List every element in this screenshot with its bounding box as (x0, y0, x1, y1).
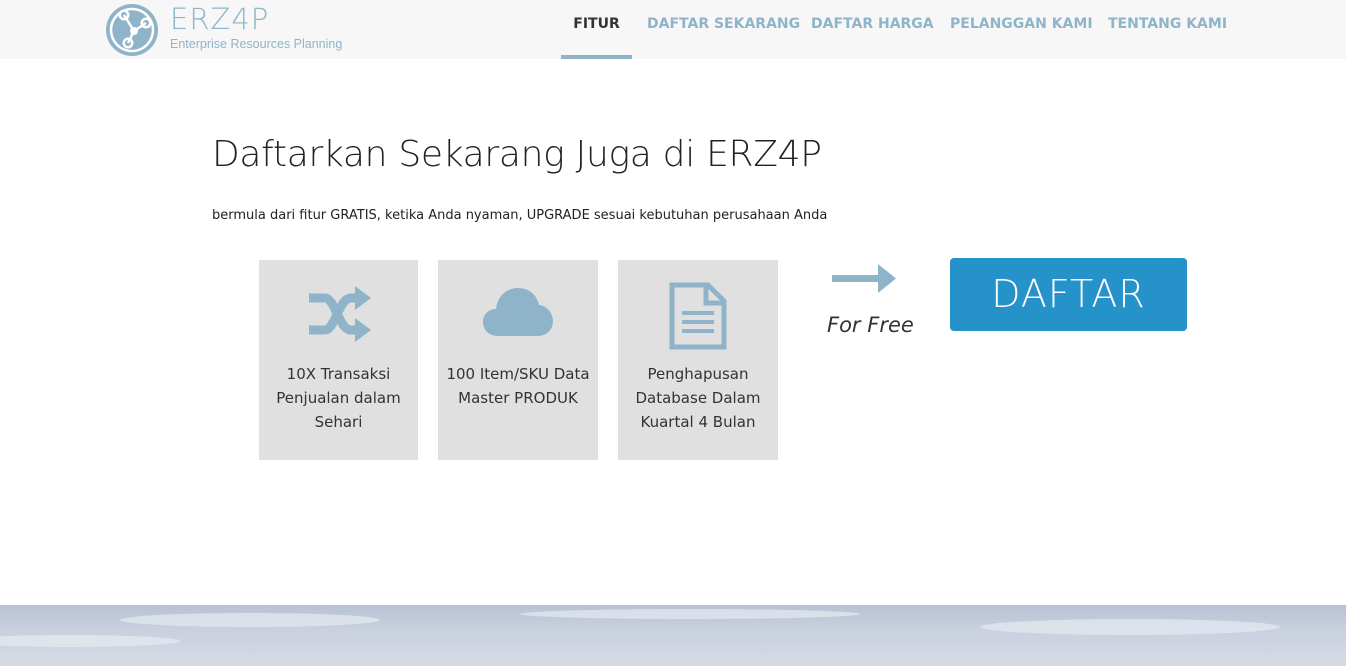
feature-text: 100 Item/SKU Data Master PRODUK (446, 365, 590, 407)
nav-label: DAFTAR SEKARANG (647, 16, 801, 32)
nav-item-fitur[interactable]: FITUR (561, 16, 632, 59)
footer-background-image (0, 605, 1346, 666)
nav-item-pelanggan-kami[interactable]: PELANGGAN KAMI (950, 16, 1093, 59)
logo-wordmark: ERZ4P (170, 2, 270, 36)
page-subtitle: bermula dari fitur GRATIS, ketika Anda n… (212, 208, 828, 223)
cloud-streak (120, 613, 380, 627)
nav-label: PELANGGAN KAMI (950, 16, 1093, 32)
nav-label: TENTANG KAMI (1108, 16, 1228, 32)
page-title: Daftarkan Sekarang Juga di ERZ4P (212, 134, 822, 175)
nav-label: DAFTAR HARGA (811, 16, 934, 32)
nav-item-daftar-harga[interactable]: DAFTAR HARGA (811, 16, 934, 59)
arrow-right-icon (830, 262, 898, 300)
cloud-streak (520, 609, 860, 619)
shuffle-icon (259, 284, 418, 348)
daftar-button[interactable]: DAFTAR (950, 258, 1187, 331)
for-free-label: For Free (827, 313, 914, 337)
cloud-streak (980, 619, 1280, 635)
feature-card-transaksi: 10X Transaksi Penjualan dalam Sehari (259, 260, 418, 460)
top-navbar: ERZ4P Enterprise Resources Planning FITU… (0, 0, 1346, 59)
document-icon (618, 282, 778, 350)
nav-label: FITUR (573, 16, 620, 32)
nav-item-daftar-sekarang[interactable]: DAFTAR SEKARANG (647, 16, 800, 59)
feature-text: Penghapusan Database Dalam Kuartal 4 Bul… (635, 365, 761, 431)
feature-card-database: Penghapusan Database Dalam Kuartal 4 Bul… (618, 260, 778, 460)
nav-item-tentang-kami[interactable]: TENTANG KAMI (1108, 16, 1227, 59)
logo-emblem-icon (106, 4, 158, 56)
logo[interactable]: ERZ4P Enterprise Resources Planning (104, 2, 344, 58)
cloud-icon (438, 284, 598, 348)
active-nav-indicator (561, 55, 632, 59)
cloud-streak (0, 635, 180, 647)
logo-tagline: Enterprise Resources Planning (170, 37, 343, 51)
feature-card-item-sku: 100 Item/SKU Data Master PRODUK (438, 260, 598, 460)
feature-text: 10X Transaksi Penjualan dalam Sehari (276, 365, 401, 431)
